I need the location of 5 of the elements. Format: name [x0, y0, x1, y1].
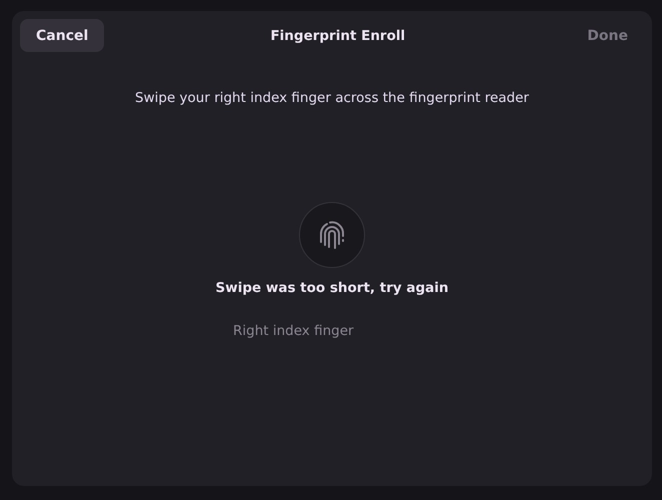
status-message: Swipe was too short, try again: [216, 280, 448, 296]
cancel-button[interactable]: Cancel: [20, 19, 104, 52]
dialog-title: Fingerprint Enroll: [270, 28, 406, 44]
instruction-text: Swipe your right index finger across the fingerprint reader: [134, 90, 530, 106]
finger-label: Right index finger: [233, 323, 354, 339]
